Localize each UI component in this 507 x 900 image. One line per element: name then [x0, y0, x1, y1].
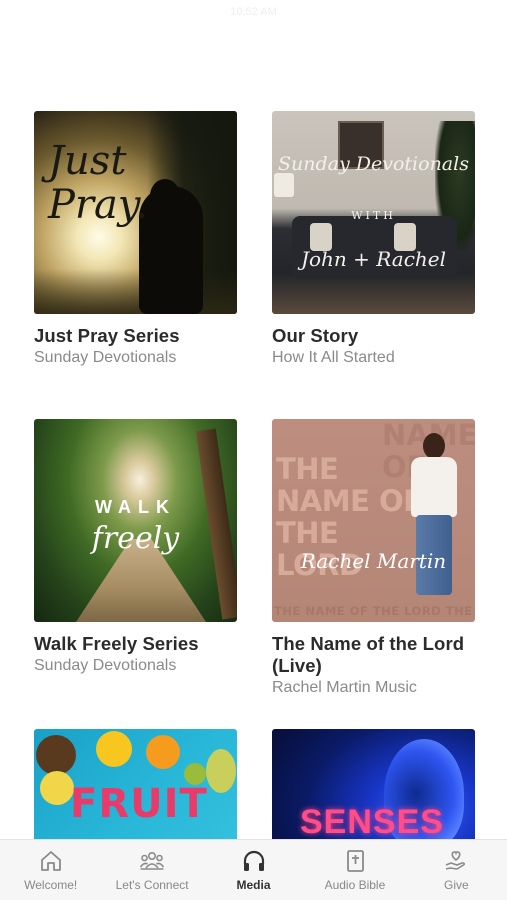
tab-label: Let's Connect — [115, 878, 189, 892]
artwork-text: Rachel Martin — [300, 549, 447, 573]
artwork-text: Just Pray. — [48, 138, 148, 228]
tab-welcome[interactable]: Welcome! — [0, 840, 101, 900]
media-card-our-story[interactable]: Sunday Devotionals WITH John + Rachel Ou… — [272, 111, 475, 368]
tab-label: Give — [443, 878, 469, 892]
status-bar-time: 10:52 AM — [230, 6, 277, 18]
artist-photo — [406, 433, 462, 598]
give-hand-icon — [446, 851, 466, 870]
artwork-text: SENSES — [300, 803, 444, 841]
tab-label: Welcome! — [24, 878, 78, 892]
artwork-text: FRUIT — [70, 781, 208, 827]
media-thumbnail[interactable]: Sunday Devotionals WITH John + Rachel — [272, 111, 475, 314]
artwork-text: WITH — [351, 209, 396, 222]
media-thumbnail[interactable]: Just Pray. — [34, 111, 237, 314]
artwork-text: Sunday Devotionals — [278, 153, 469, 175]
bible-icon — [347, 850, 364, 872]
tab-label: Audio Bible — [324, 878, 386, 892]
tab-label: Media — [236, 878, 271, 892]
media-card-walk-freely[interactable]: WALK freely Walk Freely Series Sunday De… — [34, 419, 237, 676]
media-subtitle: How It All Started — [272, 349, 395, 366]
artwork-text: freely — [91, 521, 180, 556]
tab-audio-bible[interactable]: Audio Bible — [304, 840, 405, 900]
media-subtitle: Sunday Devotionals — [34, 657, 177, 674]
tab-give[interactable]: Give — [406, 840, 507, 900]
home-icon — [40, 851, 61, 871]
media-card-name-of-the-lord[interactable]: NAME OF THE NAME OF THE LORD Rachel Mart… — [272, 419, 475, 698]
media-thumbnail[interactable]: WALK freely — [34, 419, 237, 622]
media-card-just-pray[interactable]: Just Pray. Just Pray Series Sunday Devot… — [34, 111, 237, 368]
tab-lets-connect[interactable]: Let's Connect — [101, 840, 202, 900]
media-title: The Name of the Lord (Live) — [272, 633, 465, 676]
tab-media[interactable]: Media — [203, 840, 304, 900]
media-title: Walk Freely Series — [34, 633, 199, 654]
artwork-text: John + Rachel — [300, 247, 447, 271]
media-thumbnail[interactable]: NAME OF THE NAME OF THE LORD Rachel Mart… — [272, 419, 475, 622]
people-icon — [139, 852, 165, 870]
media-title: Just Pray Series — [34, 325, 180, 346]
media-subtitle: Rachel Martin Music — [272, 679, 417, 696]
tab-bar: Welcome! Let's Connect Media Audio Bible — [0, 839, 507, 900]
artwork-text: WALK — [95, 497, 176, 517]
headphones-icon — [243, 850, 264, 871]
media-subtitle: Sunday Devotionals — [34, 349, 177, 366]
artwork-text: THE NAME OF THE LORD THE NAME — [274, 604, 475, 618]
media-title: Our Story — [272, 325, 359, 346]
